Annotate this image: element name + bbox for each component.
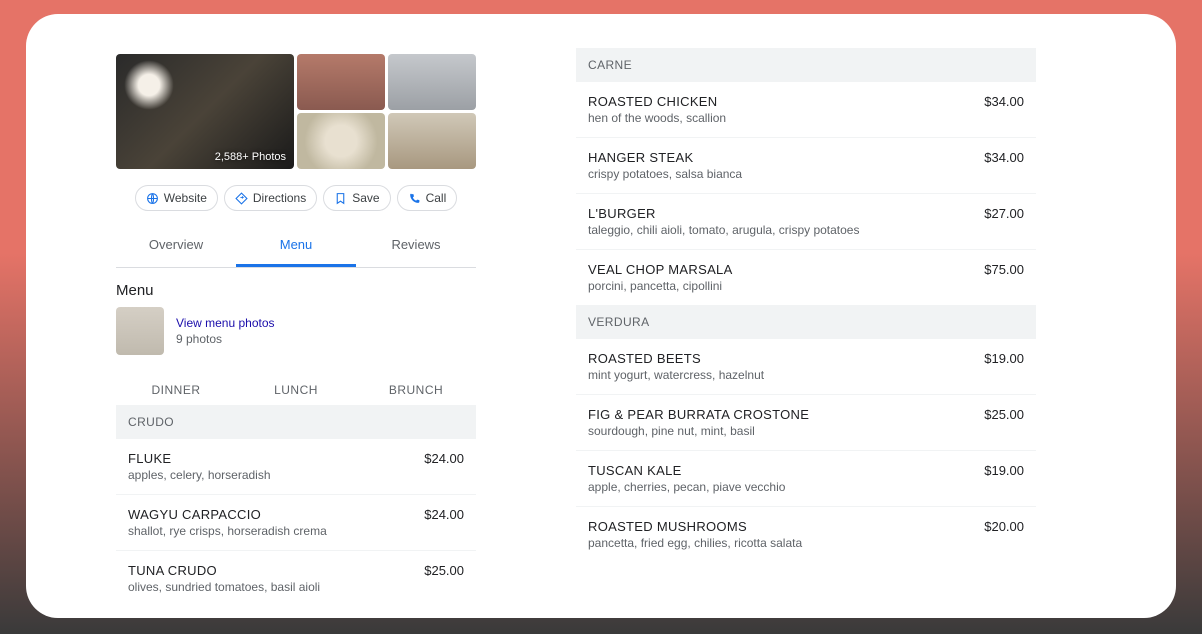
menu-item-text: TUNA CRUDO olives, sundried tomatoes, bas… [128, 563, 424, 594]
menu-item[interactable]: ROASTED CHICKEN hen of the woods, scallio… [576, 82, 1036, 138]
menu-item[interactable]: L'BURGER taleggio, chili aioli, tomato, a… [576, 194, 1036, 250]
menu-photo-count: 9 photos [176, 332, 275, 346]
menu-section-title: Menu [116, 282, 476, 299]
menu-item-name: ROASTED BEETS [588, 351, 974, 366]
menu-item-text: FIG & PEAR BURRATA CROSTONE sourdough, pi… [588, 407, 984, 438]
menu-items-crudo: FLUKEapples, celery, horseradish$24.00WA… [116, 439, 476, 606]
menu-item-text: ROASTED MUSHROOMS pancetta, fried egg, ch… [588, 519, 984, 550]
menu-item-desc: porcini, pancetta, cipollini [588, 279, 974, 293]
tab-menu[interactable]: Menu [236, 225, 356, 267]
menu-item-desc: pancetta, fried egg, chilies, ricotta sa… [588, 536, 974, 550]
menu-item-text: ROASTED CHICKEN hen of the woods, scallio… [588, 94, 984, 125]
globe-icon [146, 192, 159, 205]
menu-item[interactable]: ROASTED MUSHROOMS pancetta, fried egg, ch… [576, 507, 1036, 562]
menu-item-name: FLUKE [128, 451, 414, 466]
menu-item-text: HANGER STEAK crispy potatoes, salsa bianc… [588, 150, 984, 181]
menu-item-price: $19.00 [984, 351, 1024, 366]
photo-thumb[interactable] [297, 54, 385, 110]
directions-icon [235, 192, 248, 205]
menu-item-price: $25.00 [984, 407, 1024, 422]
chip-label: Save [352, 191, 379, 205]
tab-overview[interactable]: Overview [116, 225, 236, 267]
meal-tab-lunch[interactable]: LUNCH [236, 375, 356, 405]
menu-item-name: VEAL CHOP MARSALA [588, 262, 974, 277]
menu-item-desc: shallot, rye crisps, horseradish crema [128, 524, 414, 538]
menu-item-price: $34.00 [984, 94, 1024, 109]
menu-items-carne: ROASTED CHICKEN hen of the woods, scallio… [576, 82, 1036, 305]
menu-item[interactable]: TUNA CRUDO olives, sundried tomatoes, bas… [116, 551, 476, 606]
meal-tabs: DINNER LUNCH BRUNCH [116, 375, 476, 405]
right-column: CARNE ROASTED CHICKENhen of the woods, s… [576, 54, 1036, 598]
menu-item-price: $27.00 [984, 206, 1024, 221]
photo-main[interactable]: 2,588+ Photos [116, 54, 294, 169]
menu-items-verdura: ROASTED BEETS mint yogurt, watercress, ha… [576, 339, 1036, 562]
section-header-carne: CARNE [576, 48, 1036, 82]
meal-tab-dinner[interactable]: DINNER [116, 375, 236, 405]
menu-item-price: $24.00 [424, 451, 464, 466]
menu-item-price: $20.00 [984, 519, 1024, 534]
menu-item-price: $25.00 [424, 563, 464, 578]
menu-item-name: HANGER STEAK [588, 150, 974, 165]
menu-item-desc: sourdough, pine nut, mint, basil [588, 424, 974, 438]
section-header-verdura: VERDURA [576, 305, 1036, 339]
menu-item-text: ROASTED BEETS mint yogurt, watercress, ha… [588, 351, 984, 382]
call-button[interactable]: Call [397, 185, 458, 211]
menu-item[interactable]: TUSCAN KALE apple, cherries, pecan, piave… [576, 451, 1036, 507]
menu-item-desc: crispy potatoes, salsa bianca [588, 167, 974, 181]
menu-item[interactable]: WAGYU CARPACCIO shallot, rye crisps, hors… [116, 495, 476, 551]
menu-item[interactable]: FIG & PEAR BURRATA CROSTONE sourdough, pi… [576, 395, 1036, 451]
photo-thumb[interactable] [388, 54, 476, 110]
section-header-crudo: CRUDO [116, 405, 476, 439]
chip-label: Call [426, 191, 447, 205]
chip-label: Website [164, 191, 207, 205]
website-button[interactable]: Website [135, 185, 218, 211]
menu-item-name: L'BURGER [588, 206, 974, 221]
menu-item-name: WAGYU CARPACCIO [128, 507, 414, 522]
menu-photos-row: View menu photos 9 photos [116, 307, 476, 355]
menu-item-price: $19.00 [984, 463, 1024, 478]
menu-item-text: VEAL CHOP MARSALA porcini, pancetta, cipo… [588, 262, 984, 293]
bookmark-icon [334, 192, 347, 205]
photo-thumb[interactable] [388, 113, 476, 169]
menu-item-text: L'BURGER taleggio, chili aioli, tomato, a… [588, 206, 984, 237]
menu-item[interactable]: VEAL CHOP MARSALA porcini, pancetta, cipo… [576, 250, 1036, 305]
menu-item-name: ROASTED CHICKEN [588, 94, 974, 109]
chip-label: Directions [253, 191, 306, 205]
menu-item-text: WAGYU CARPACCIO shallot, rye crisps, hors… [128, 507, 424, 538]
menu-item-desc: apples, celery, horseradish [128, 468, 414, 482]
menu-item-price: $34.00 [984, 150, 1024, 165]
menu-thumbnail[interactable] [116, 307, 164, 355]
menu-item-desc: hen of the woods, scallion [588, 111, 974, 125]
menu-item-name: TUSCAN KALE [588, 463, 974, 478]
view-menu-photos-link[interactable]: View menu photos [176, 316, 275, 330]
menu-item-name: ROASTED MUSHROOMS [588, 519, 974, 534]
menu-item-name: FIG & PEAR BURRATA CROSTONE [588, 407, 974, 422]
menu-item-desc: mint yogurt, watercress, hazelnut [588, 368, 974, 382]
main-tabs: Overview Menu Reviews [116, 225, 476, 268]
menu-item-price: $24.00 [424, 507, 464, 522]
directions-button[interactable]: Directions [224, 185, 317, 211]
menu-item-text: TUSCAN KALE apple, cherries, pecan, piave… [588, 463, 984, 494]
photo-count-label: 2,588+ Photos [215, 151, 286, 163]
save-button[interactable]: Save [323, 185, 390, 211]
photo-collage[interactable]: 2,588+ Photos [116, 54, 476, 169]
menu-item-text: FLUKE apples, celery, horseradish [128, 451, 424, 482]
action-chips: Website Directions Save Call [116, 185, 476, 211]
left-column: 2,588+ Photos Website Directions Save [116, 54, 476, 598]
phone-icon [408, 192, 421, 205]
meal-tab-brunch[interactable]: BRUNCH [356, 375, 476, 405]
content-card: 2,588+ Photos Website Directions Save [26, 14, 1176, 618]
menu-item-desc: taleggio, chili aioli, tomato, arugula, … [588, 223, 974, 237]
menu-item[interactable]: FLUKE apples, celery, horseradish $24.00 [116, 439, 476, 495]
menu-item-desc: apple, cherries, pecan, piave vecchio [588, 480, 974, 494]
menu-item[interactable]: ROASTED BEETS mint yogurt, watercress, ha… [576, 339, 1036, 395]
menu-item-desc: olives, sundried tomatoes, basil aioli [128, 580, 414, 594]
menu-item[interactable]: HANGER STEAK crispy potatoes, salsa bianc… [576, 138, 1036, 194]
menu-item-name: TUNA CRUDO [128, 563, 414, 578]
menu-item-price: $75.00 [984, 262, 1024, 277]
tab-reviews[interactable]: Reviews [356, 225, 476, 267]
photo-thumb[interactable] [297, 113, 385, 169]
